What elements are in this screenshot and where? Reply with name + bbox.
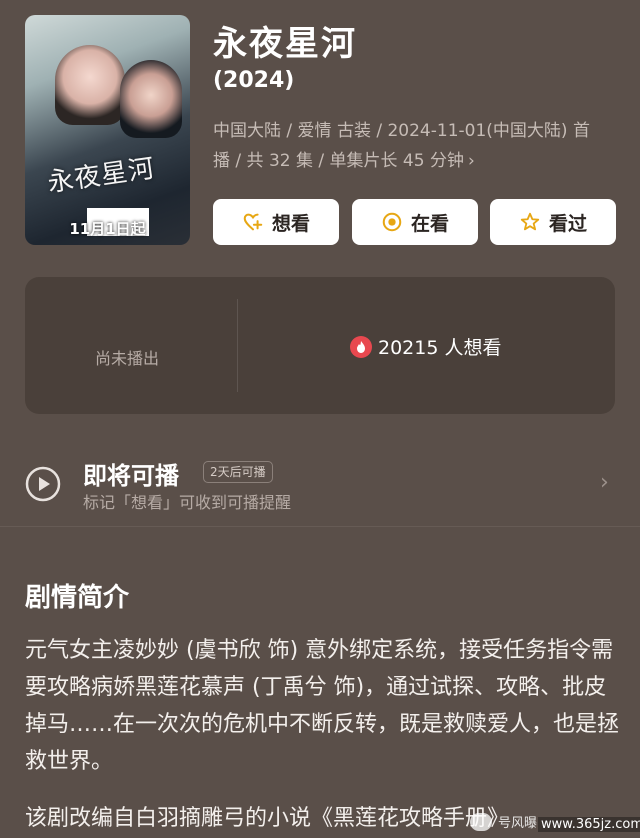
play-circle-icon[interactable] <box>25 466 61 502</box>
chevron-right-icon: › <box>467 151 475 171</box>
poster-date: 11月1日起 <box>69 220 146 238</box>
want-count-text: 20215 人想看 <box>378 337 502 359</box>
poster-figure-female <box>55 45 125 125</box>
watermark-text: 号风曝 <box>498 816 538 831</box>
watching-button[interactable]: 在看 <box>352 199 478 245</box>
watched-button-label: 看过 <box>548 212 587 235</box>
release-year: (2024) <box>213 68 295 93</box>
wechat-icon <box>470 812 492 831</box>
watermark: 号风曝 <box>470 812 537 831</box>
divider <box>0 526 640 527</box>
want-button[interactable]: 想看 <box>213 199 339 245</box>
poster-title-art: 永夜星河 <box>45 153 157 199</box>
watched-button[interactable]: 看过 <box>490 199 616 245</box>
stats-card: 尚未播出 20215 人想看 <box>25 277 615 414</box>
upcoming-badge: 2天后可播 <box>203 461 273 483</box>
synopsis-heading: 剧情简介 <box>25 583 130 613</box>
watching-button-label: 在看 <box>410 212 449 235</box>
not-aired-label: 尚未播出 <box>95 349 160 368</box>
star-icon <box>520 212 540 231</box>
poster-figure-male <box>120 60 182 138</box>
watermark-url: www.365jz.com <box>538 817 640 832</box>
meta-line-2: 播 / 共 32 集 / 单集片长 45 分钟 › <box>213 151 475 171</box>
show-meta[interactable]: 中国大陆 / 爱情 古装 / 2024-11-01(中国大陆) 首 播 / 共 … <box>213 116 623 176</box>
upcoming-subtitle: 标记「想看」可收到可播提醒 <box>83 493 292 512</box>
upcoming-title: 即将可播 <box>83 462 179 490</box>
synopsis-body: 元气女主凌妙妙 (虞书欣 饰) 意外绑定系统，接受任务指令需要攻略病娇黑莲花慕声… <box>25 638 620 774</box>
flame-icon <box>350 335 372 358</box>
poster-image[interactable]: 永夜星河 11月1日起 <box>25 15 190 245</box>
want-button-label: 想看 <box>271 212 310 235</box>
want-count[interactable]: 20215 人想看 <box>350 333 501 360</box>
heart-plus-icon <box>243 213 263 231</box>
meta-line-1: 中国大陆 / 爱情 古装 / 2024-11-01(中国大陆) 首 <box>213 121 590 141</box>
chevron-right-icon[interactable]: › <box>600 470 609 495</box>
eye-circle-icon <box>382 212 402 232</box>
stats-divider <box>237 299 238 392</box>
page-title: 永夜星河 <box>213 24 357 64</box>
